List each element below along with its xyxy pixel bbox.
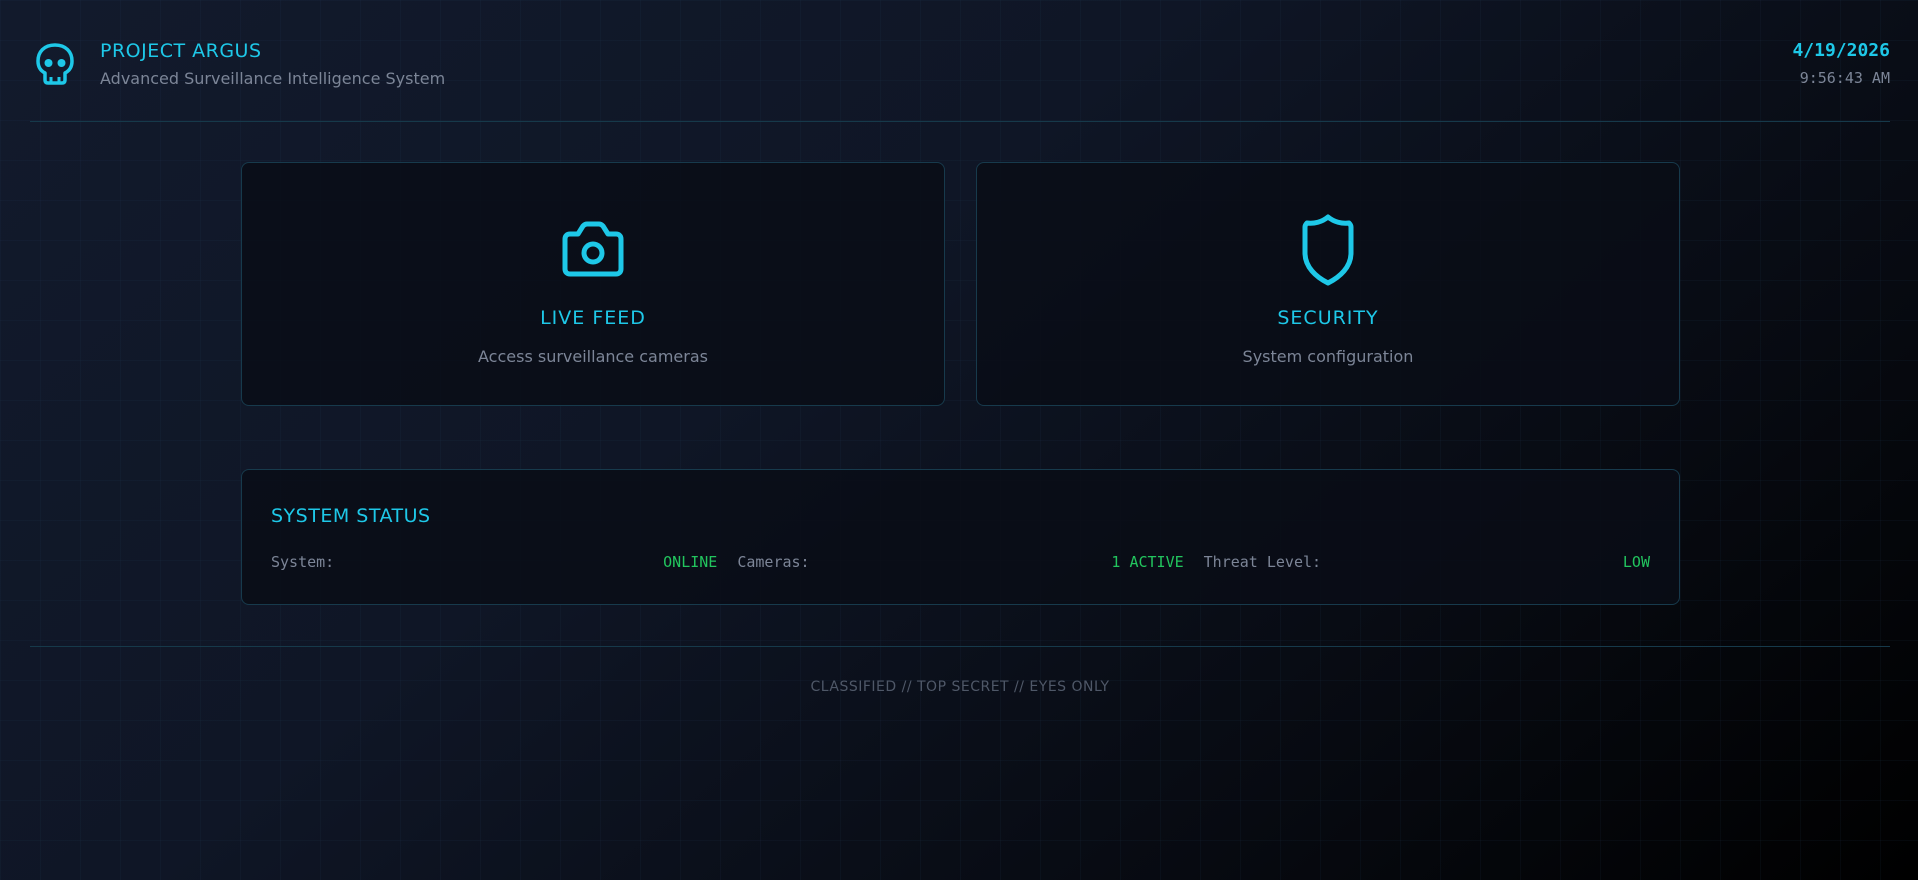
app-title: PROJECT ARGUS	[100, 40, 262, 62]
app-header: PROJECT ARGUS Advanced Surveillance Inte…	[30, 0, 1890, 122]
security-title: SECURITY	[1277, 307, 1379, 329]
status-label: Cameras:	[737, 553, 810, 571]
status-value: LOW	[1622, 553, 1650, 571]
background-grid	[0, 0, 1918, 880]
status-label: Threat Level:	[1203, 553, 1322, 571]
security-card[interactable]: SECURITY System configuration	[976, 162, 1680, 406]
status-row: System: ONLINE Cameras: 1 ACTIVE Threat …	[271, 553, 1650, 571]
status-label: System:	[271, 553, 335, 571]
shield-icon	[1302, 214, 1354, 286]
skull-icon	[36, 43, 74, 85]
status-value: ONLINE	[663, 553, 718, 571]
app-subtitle: Advanced Surveillance Intelligence Syste…	[100, 69, 446, 88]
live-feed-title: LIVE FEED	[540, 307, 646, 329]
system-status-title: SYSTEM STATUS	[271, 505, 431, 527]
status-value: 1 ACTIVE	[1111, 553, 1184, 571]
app-footer: CLASSIFIED // TOP SECRET // EYES ONLY	[30, 646, 1890, 695]
system-status-panel: SYSTEM STATUS System: ONLINE Cameras: 1 …	[241, 469, 1680, 605]
security-description: System configuration	[1242, 347, 1414, 366]
current-date: 4/19/2026	[1792, 40, 1890, 61]
current-time: 9:56:43 AM	[1799, 69, 1890, 87]
live-feed-card[interactable]: LIVE FEED Access surveillance cameras	[241, 162, 945, 406]
camera-icon	[562, 221, 624, 277]
classification-banner: CLASSIFIED // TOP SECRET // EYES ONLY	[810, 679, 1110, 695]
status-item-cameras: Cameras: 1 ACTIVE	[737, 553, 1183, 571]
status-item-threat-level: Threat Level: LOW	[1204, 553, 1650, 571]
status-item-system: System: ONLINE	[271, 553, 717, 571]
live-feed-description: Access surveillance cameras	[478, 347, 708, 366]
